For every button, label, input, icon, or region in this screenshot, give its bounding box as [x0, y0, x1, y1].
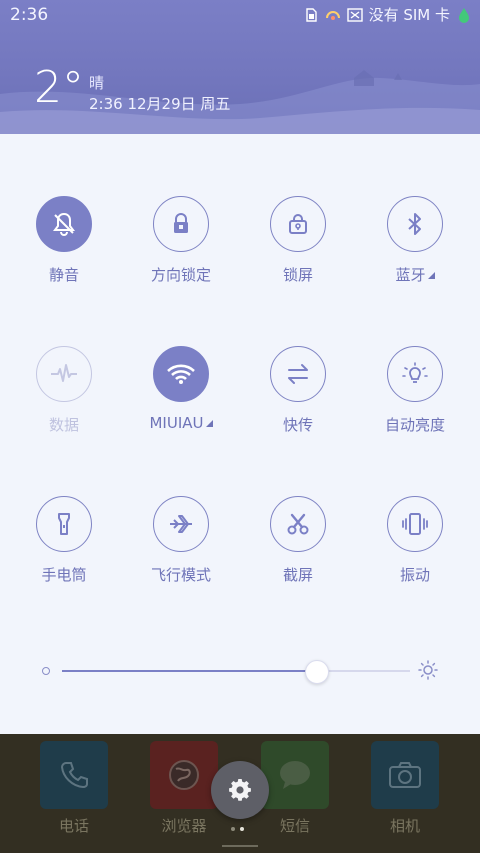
notification-header: 2:36 没有 SIM 卡 2° 晴 2:36 12月29日 周五	[0, 0, 480, 134]
wifi-icon[interactable]	[153, 346, 209, 402]
toggle-label-wrap: MIUIAU	[131, 414, 231, 432]
camera-icon[interactable]	[371, 741, 439, 809]
toggle-mobile-data[interactable]: 数据	[14, 346, 114, 435]
home-indicator	[222, 845, 258, 847]
toggle-label: 振动	[399, 566, 430, 584]
page-dot	[231, 827, 235, 831]
status-icons: 没有 SIM 卡	[303, 4, 472, 25]
app-camera[interactable]: 相机	[371, 741, 439, 836]
toggle-label: 方向锁定	[150, 266, 211, 284]
mobile-data-icon[interactable]	[36, 346, 92, 402]
settings-button[interactable]	[211, 761, 269, 819]
app-browser[interactable]: 浏览器	[150, 741, 218, 836]
sim-card-icon	[303, 7, 319, 23]
bluetooth-icon[interactable]	[387, 196, 443, 252]
screenshot-icon[interactable]	[270, 496, 326, 552]
browser-icon[interactable]	[150, 741, 218, 809]
toggle-label: 锁屏	[282, 266, 313, 284]
app-label: 浏览器	[161, 817, 207, 835]
transfer-icon[interactable]	[270, 346, 326, 402]
brightness-track[interactable]	[62, 660, 410, 684]
gear-icon	[229, 779, 251, 801]
app-label: 电话	[58, 817, 89, 835]
brightness-fill	[62, 670, 317, 672]
weather-temperature[interactable]: 2°	[34, 66, 84, 110]
airplane-icon[interactable]	[153, 496, 209, 552]
toggle-screenshot[interactable]: 截屏	[248, 496, 348, 585]
flashlight-icon[interactable]	[36, 496, 92, 552]
control-center: 2:36 没有 SIM 卡 2° 晴 2:36 12月29日 周五 静音 方向锁…	[0, 0, 480, 853]
toggle-wifi[interactable]: MIUIAU	[131, 346, 231, 432]
expand-menu-icon[interactable]	[205, 420, 213, 427]
toggle-label: 数据	[48, 416, 79, 434]
app-label: 相机	[389, 817, 420, 835]
toggle-bluetooth[interactable]: 蓝牙	[365, 196, 465, 285]
brightness-high-icon	[418, 660, 438, 680]
weather-icon	[325, 7, 341, 23]
toggle-auto-brightness[interactable]: 自动亮度	[365, 346, 465, 435]
expand-menu-icon[interactable]	[427, 272, 435, 279]
toggle-label: 手电筒	[41, 566, 87, 584]
phone-icon[interactable]	[40, 741, 108, 809]
app-phone[interactable]: 电话	[40, 741, 108, 836]
page-dot-active	[240, 827, 244, 831]
toggle-rotation-lock[interactable]: 方向锁定	[131, 196, 231, 285]
vibrate-icon[interactable]	[387, 496, 443, 552]
toggle-label: 截屏	[282, 566, 313, 584]
brightness-low-icon	[42, 667, 50, 675]
weather-condition: 晴	[89, 74, 105, 92]
no-sim-icon	[346, 7, 363, 23]
carrier-text: 没有 SIM 卡	[368, 6, 450, 24]
toggle-mute[interactable]: 静音	[14, 196, 114, 285]
toggle-label: MIUIAU	[149, 414, 204, 432]
app-messages[interactable]: 短信	[261, 741, 329, 836]
toggle-quick-transfer[interactable]: 快传	[248, 346, 348, 435]
mute-icon[interactable]	[36, 196, 92, 252]
toggle-label: 静音	[48, 266, 79, 284]
toggle-lock-screen[interactable]: 锁屏	[248, 196, 348, 285]
toggle-flashlight[interactable]: 手电筒	[14, 496, 114, 585]
toggle-label: 蓝牙	[395, 266, 426, 284]
date-time[interactable]: 2:36 12月29日 周五	[89, 93, 230, 114]
lock-screen-icon[interactable]	[270, 196, 326, 252]
toggle-vibrate[interactable]: 振动	[365, 496, 465, 585]
toggle-label: 飞行模式	[150, 566, 211, 584]
battery-icon	[456, 7, 472, 23]
lock-icon[interactable]	[153, 196, 209, 252]
brightness-thumb[interactable]	[305, 660, 330, 684]
toggle-label: 自动亮度	[384, 416, 445, 434]
message-icon[interactable]	[261, 741, 329, 809]
brightness-slider[interactable]	[42, 656, 442, 686]
toggle-airplane-mode[interactable]: 飞行模式	[131, 496, 231, 585]
status-time: 2:36	[10, 5, 49, 25]
page-indicator	[231, 827, 244, 831]
toggle-label: 快传	[282, 416, 313, 434]
status-bar: 2:36 没有 SIM 卡	[0, 0, 480, 28]
app-label: 短信	[279, 817, 310, 835]
toggle-label-wrap: 蓝牙	[365, 264, 465, 285]
auto-brightness-icon[interactable]	[387, 346, 443, 402]
